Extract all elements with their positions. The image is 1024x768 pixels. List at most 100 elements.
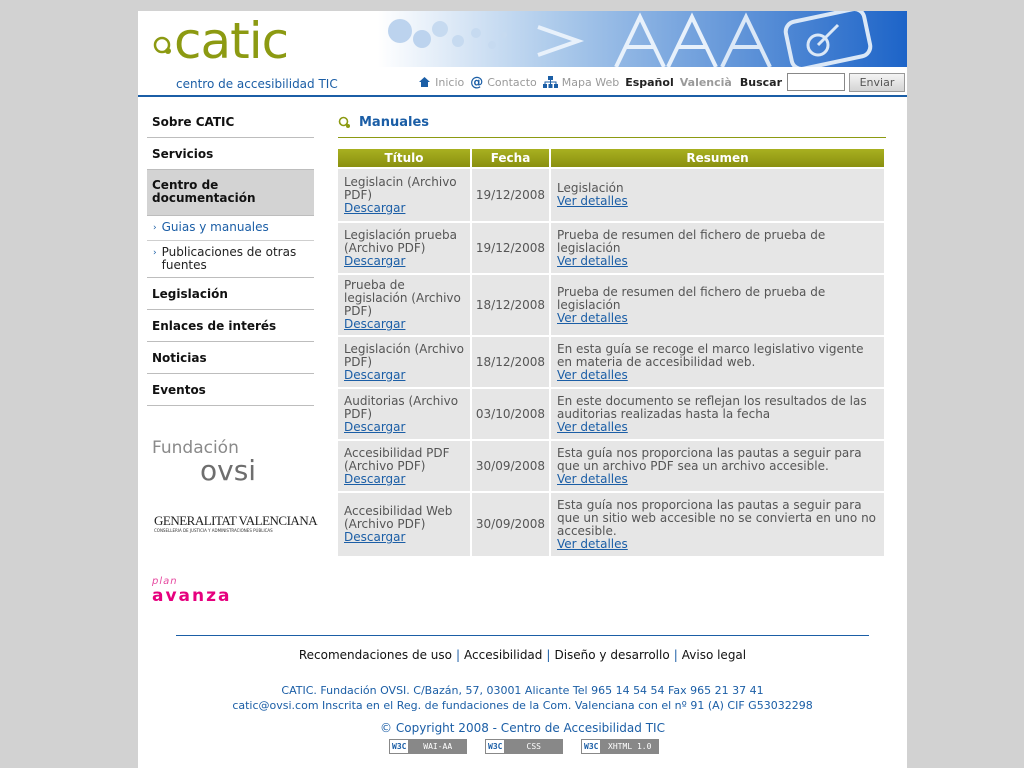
cell-fecha: 30/09/2008	[472, 441, 549, 491]
w3c-css-badge[interactable]: W3C CSS	[485, 739, 563, 754]
footer-registration: catic@ovsi.com Inscrita en el Reg. de fu…	[232, 699, 813, 712]
footer-separator: |	[546, 648, 551, 662]
cell-fecha: 18/12/2008	[472, 275, 549, 335]
table-row: Accesibilidad PDF (Archivo PDF) Descargar…	[338, 441, 884, 491]
titulo-text: Legislación (Archivo PDF)	[344, 341, 464, 369]
sidebar-item-enlaces[interactable]: Enlaces de interés	[147, 310, 314, 342]
resumen-text: Esta guía nos proporciona las pautas a s…	[557, 445, 862, 473]
details-link[interactable]: Ver detalles	[557, 420, 628, 434]
cell-resumen: Esta guía nos proporciona las pautas a s…	[551, 441, 884, 491]
download-link[interactable]: Descargar	[344, 472, 405, 486]
download-link[interactable]: Descargar	[344, 201, 405, 215]
titulo-text: Legislacin (Archivo PDF)	[344, 174, 457, 202]
download-link[interactable]: Descargar	[344, 317, 405, 331]
sidebar-subitem-guias[interactable]: › Guias y manuales	[147, 216, 314, 241]
details-link[interactable]: Ver detalles	[557, 311, 628, 325]
search-label: Buscar	[739, 75, 782, 89]
catic-bullet-icon	[338, 116, 350, 128]
plan-avanza-logo[interactable]: plan avanza	[152, 577, 282, 606]
badge-w3c-text: W3C	[390, 740, 410, 753]
footer-copyright: © Copyright 2008 - Centro de Accesibilid…	[380, 721, 665, 735]
sidebar-item-centro-documentacion[interactable]: Centro de documentación	[147, 170, 314, 216]
w3c-wai-aa-badge[interactable]: W3C WAI-AA	[389, 739, 467, 754]
home-icon	[419, 77, 431, 87]
search-input[interactable]	[787, 73, 845, 91]
cell-titulo: Prueba de legislación (Archivo PDF) Desca…	[338, 275, 470, 335]
column-header-titulo: Título	[338, 149, 470, 167]
lang-valencia[interactable]: Valencià	[680, 76, 732, 89]
nav-mapa-web[interactable]: Mapa Web	[542, 76, 619, 89]
footer-address: CATIC. Fundación OVSI. C/Bazán, 57, 0300…	[281, 684, 764, 697]
header-banner	[378, 11, 907, 67]
cell-resumen: En este documento se reflejan los result…	[551, 389, 884, 439]
cell-fecha: 19/12/2008	[472, 223, 549, 273]
sitemap-icon	[542, 76, 558, 88]
generalitat-valenciana-logo[interactable]: GENERALITAT VALENCIANA CONSELLERIA DE JU…	[152, 513, 318, 539]
resumen-text: Prueba de resumen del fichero de prueba …	[557, 227, 826, 255]
footer-link-diseno[interactable]: Diseño y desarrollo	[554, 648, 669, 662]
sidebar-item-sobre-catic[interactable]: Sobre CATIC	[147, 106, 314, 138]
sidebar-item-noticias[interactable]: Noticias	[147, 342, 314, 374]
badge-label: CSS	[505, 740, 562, 753]
details-link[interactable]: Ver detalles	[557, 368, 628, 382]
page-title: Manuales	[359, 114, 430, 130]
catic-logo[interactable]: catic centro de accesibilidad TIC	[152, 12, 338, 91]
resumen-text: Esta guía nos proporciona las pautas a s…	[557, 497, 877, 538]
footer-link-aviso-legal[interactable]: Aviso legal	[682, 648, 746, 662]
titulo-text: Auditorias (Archivo PDF)	[344, 393, 459, 421]
search-submit-button[interactable]: Enviar	[849, 72, 905, 92]
footer-link-accesibilidad[interactable]: Accesibilidad	[464, 648, 542, 662]
nav-contacto-label: Contacto	[487, 75, 537, 89]
footer-divider	[176, 635, 869, 636]
titulo-text: Prueba de legislación (Archivo PDF)	[344, 278, 461, 318]
download-link[interactable]: Descargar	[344, 368, 405, 382]
footer-separator: |	[673, 648, 678, 662]
sidebar-item-servicios[interactable]: Servicios	[147, 138, 314, 170]
details-link[interactable]: Ver detalles	[557, 254, 628, 268]
sidebar-item-eventos[interactable]: Eventos	[147, 374, 314, 406]
cell-fecha: 30/09/2008	[472, 493, 549, 556]
logo-mark-icon	[153, 36, 171, 54]
table-header-row: Título Fecha Resumen	[338, 149, 884, 167]
nav-inicio[interactable]: Inicio	[418, 76, 464, 89]
cell-resumen: Prueba de resumen del fichero de prueba …	[551, 275, 884, 335]
footer-links: Recomendaciones de uso | Accesibilidad | Dis…	[138, 648, 907, 662]
logo-text: catic	[174, 12, 289, 70]
table-row: Auditorias (Archivo PDF) Descargar 03/10/…	[338, 389, 884, 439]
cell-resumen: Prueba de resumen del fichero de prueba …	[551, 223, 884, 273]
footer-separator: |	[455, 648, 461, 662]
cell-titulo: Legislacin (Archivo PDF) Descargar	[338, 169, 470, 221]
download-link[interactable]: Descargar	[344, 254, 405, 268]
sidebar-subitem-publicaciones[interactable]: › Publicaciones de otras fuentes	[147, 241, 314, 278]
arrow-right-icon: ›	[153, 223, 157, 233]
header-divider	[138, 95, 907, 97]
cell-fecha: 19/12/2008	[472, 169, 549, 221]
details-link[interactable]: Ver detalles	[557, 537, 628, 551]
download-link[interactable]: Descargar	[344, 420, 405, 434]
lang-espanol[interactable]: Español	[625, 76, 674, 89]
resumen-text: En este documento se reflejan los result…	[557, 393, 867, 421]
nav-contacto[interactable]: @ Contacto	[470, 75, 537, 90]
cell-titulo: Legislación prueba (Archivo PDF) Descarga…	[338, 223, 470, 273]
w3c-badges: W3C WAI-AA W3C CSS W3C XHTML 1.0	[389, 739, 659, 754]
fundacion-ovsi-logo[interactable]: Fundación ovsi	[152, 439, 272, 485]
sidebar-subitem-label: Publicaciones de otras fuentes	[161, 245, 297, 272]
column-header-fecha: Fecha	[472, 149, 549, 167]
manuales-table: Título Fecha Resumen Legislacin (Archivo…	[336, 147, 886, 558]
logo-subtitle: centro de accesibilidad TIC	[176, 77, 338, 91]
details-link[interactable]: Ver detalles	[557, 472, 628, 486]
sidebar-item-legislacion[interactable]: Legislación	[147, 278, 314, 310]
details-link[interactable]: Ver detalles	[557, 194, 628, 208]
table-row: Legislación (Archivo PDF) Descargar 18/12…	[338, 337, 884, 387]
header: catic centro de accesibilidad TIC Inicio…	[138, 11, 907, 97]
badge-w3c-text: W3C	[486, 740, 506, 753]
w3c-xhtml-badge[interactable]: W3C XHTML 1.0	[581, 739, 659, 754]
cell-titulo: Accesibilidad PDF (Archivo PDF) Descargar	[338, 441, 470, 491]
footer-link-recomendaciones[interactable]: Recomendaciones de uso	[299, 648, 452, 662]
nav-inicio-label: Inicio	[435, 75, 465, 89]
cell-fecha: 18/12/2008	[472, 337, 549, 387]
gv-sub-text: CONSELLERIA DE JUSTICIA Y ADMINISTRACION…	[154, 528, 273, 533]
cell-resumen: Esta guía nos proporciona las pautas a s…	[551, 493, 884, 556]
download-link[interactable]: Descargar	[344, 530, 405, 544]
titulo-text: Accesibilidad PDF (Archivo PDF)	[344, 445, 450, 473]
